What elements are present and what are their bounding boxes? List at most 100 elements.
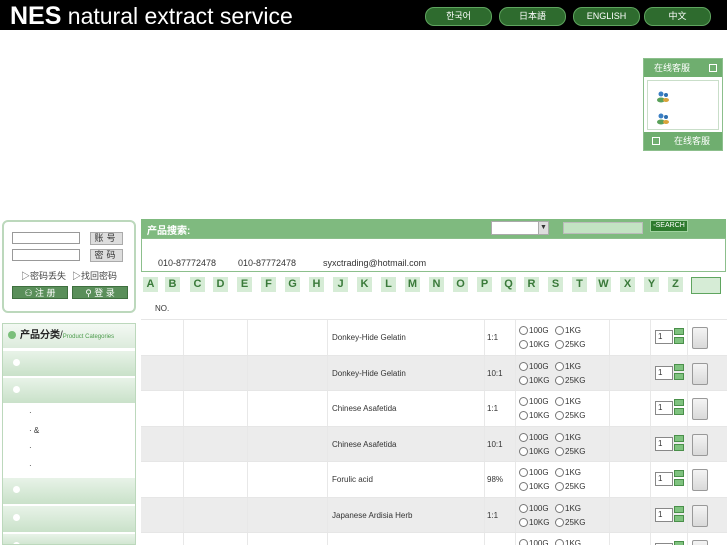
login-button[interactable]: ⚲ 登 录 (72, 286, 128, 299)
size-option-radio[interactable]: 10KG (519, 375, 549, 385)
search-button[interactable]: ◦SEARCH (650, 220, 688, 232)
letter-a-link[interactable]: A (143, 277, 158, 292)
increment-icon[interactable] (674, 541, 684, 545)
size-option-radio[interactable]: 25KG (555, 411, 585, 420)
size-option-radio[interactable]: 1KG (555, 326, 581, 335)
size-option-radio[interactable]: 1KG (555, 432, 581, 442)
increment-icon[interactable] (674, 434, 684, 442)
decrement-icon[interactable] (674, 337, 684, 344)
size-option-radio[interactable]: 10KG (519, 482, 549, 491)
letter-o-link[interactable]: O (453, 277, 468, 292)
password-button[interactable]: 密码 (90, 249, 123, 262)
quantity-input[interactable]: 1 (655, 365, 673, 380)
search-input[interactable] (563, 222, 643, 234)
decrement-icon[interactable] (674, 443, 684, 451)
letter-z-link[interactable]: Z (668, 277, 683, 292)
size-option-radio[interactable]: 1KG (555, 361, 581, 371)
size-option-radio[interactable]: 25KG (555, 340, 585, 349)
letter-all-button[interactable] (691, 277, 721, 294)
size-option-radio[interactable]: 10KG (519, 411, 549, 420)
decrement-icon[interactable] (674, 479, 684, 486)
size-option-radio[interactable]: 25KG (555, 482, 585, 491)
product-name[interactable]: Forulic acid (332, 475, 373, 484)
product-name[interactable]: Chinese Asafetida (332, 404, 397, 413)
letter-q-link[interactable]: Q (501, 277, 516, 292)
minimize-icon[interactable] (709, 64, 717, 72)
letter-b-link[interactable]: B (165, 277, 180, 292)
lang-english-button[interactable]: ENGLISH (573, 7, 640, 26)
lost-password-link[interactable]: ▷密码丢失 (21, 269, 66, 282)
category-item[interactable] (3, 351, 135, 376)
password-input[interactable] (12, 249, 80, 261)
category-item[interactable] (3, 478, 135, 504)
size-option-radio[interactable]: 1KG (555, 468, 581, 477)
username-input[interactable] (12, 232, 80, 244)
increment-icon[interactable] (674, 505, 684, 513)
size-option-radio[interactable]: 25KG (555, 375, 585, 385)
category-item[interactable] (3, 378, 135, 403)
size-option-radio[interactable]: 100G (519, 468, 549, 477)
qq-user-icon[interactable] (656, 113, 670, 125)
letter-n-link[interactable]: N (429, 277, 444, 292)
decrement-icon[interactable] (674, 372, 684, 380)
letter-y-link[interactable]: Y (644, 277, 659, 292)
size-option-radio[interactable]: 10KG (519, 446, 549, 456)
size-option-radio[interactable]: 100G (519, 361, 549, 371)
letter-w-link[interactable]: W (596, 277, 611, 292)
letter-e-link[interactable]: E (237, 277, 252, 292)
add-to-cart-button[interactable] (692, 469, 708, 491)
product-name[interactable]: Donkey-Hide Gelatin (332, 369, 406, 378)
increment-icon[interactable] (674, 470, 684, 477)
letter-m-link[interactable]: M (405, 277, 420, 292)
product-name[interactable]: Donkey-Hide Gelatin (332, 333, 406, 342)
letter-p-link[interactable]: P (477, 277, 492, 292)
size-option-radio[interactable]: 10KG (519, 517, 549, 527)
letter-t-link[interactable]: T (572, 277, 587, 292)
add-to-cart-button[interactable] (692, 540, 708, 545)
close-icon[interactable] (652, 137, 660, 145)
email[interactable]: syxctrading@hotmail.com (323, 258, 426, 268)
add-to-cart-button[interactable] (692, 433, 708, 456)
register-button[interactable]: ⚇ 注 册 (12, 286, 68, 299)
letter-s-link[interactable]: S (548, 277, 563, 292)
letter-j-link[interactable]: J (333, 277, 348, 292)
lang-japanese-button[interactable]: 日本語 (499, 7, 566, 26)
add-to-cart-button[interactable] (692, 504, 708, 527)
quantity-input[interactable]: 1 (655, 330, 673, 344)
add-to-cart-button[interactable] (692, 398, 708, 420)
category-subitem[interactable]: · & (29, 426, 39, 435)
category-select[interactable]: ▼ (491, 221, 549, 235)
size-option-radio[interactable]: 25KG (555, 517, 585, 527)
letter-r-link[interactable]: R (524, 277, 539, 292)
lang-korean-button[interactable]: 한국어 (425, 7, 492, 26)
letter-d-link[interactable]: D (213, 277, 228, 292)
site-logo[interactable]: NES natural extract service (10, 2, 293, 31)
size-option-radio[interactable]: 100G (519, 326, 549, 335)
size-option-radio[interactable]: 10KG (519, 340, 549, 349)
size-option-radio[interactable]: 100G (519, 539, 549, 545)
increment-icon[interactable] (674, 328, 684, 335)
product-name[interactable]: Chinese Asafetida (332, 440, 397, 449)
letter-h-link[interactable]: H (309, 277, 324, 292)
category-item[interactable] (3, 534, 135, 544)
letter-c-link[interactable]: C (190, 277, 205, 292)
letter-k-link[interactable]: K (357, 277, 372, 292)
size-option-radio[interactable]: 100G (519, 432, 549, 442)
lang-chinese-button[interactable]: 中文 (644, 7, 711, 26)
category-subitem[interactable]: · (29, 408, 32, 417)
username-button[interactable]: 账号 (90, 232, 123, 245)
size-option-radio[interactable]: 25KG (555, 446, 585, 456)
category-item[interactable] (3, 506, 135, 532)
decrement-icon[interactable] (674, 514, 684, 522)
quantity-input[interactable]: 1 (655, 401, 673, 415)
category-subitem[interactable]: · (29, 461, 32, 470)
add-to-cart-button[interactable] (692, 327, 708, 349)
add-to-cart-button[interactable] (692, 362, 708, 385)
letter-f-link[interactable]: F (261, 277, 276, 292)
size-option-radio[interactable]: 1KG (555, 503, 581, 513)
qq-user-icon[interactable] (656, 91, 670, 103)
size-option-radio[interactable]: 1KG (555, 397, 581, 406)
letter-l-link[interactable]: L (381, 277, 396, 292)
size-option-radio[interactable]: 100G (519, 397, 549, 406)
quantity-input[interactable]: 1 (655, 472, 673, 486)
